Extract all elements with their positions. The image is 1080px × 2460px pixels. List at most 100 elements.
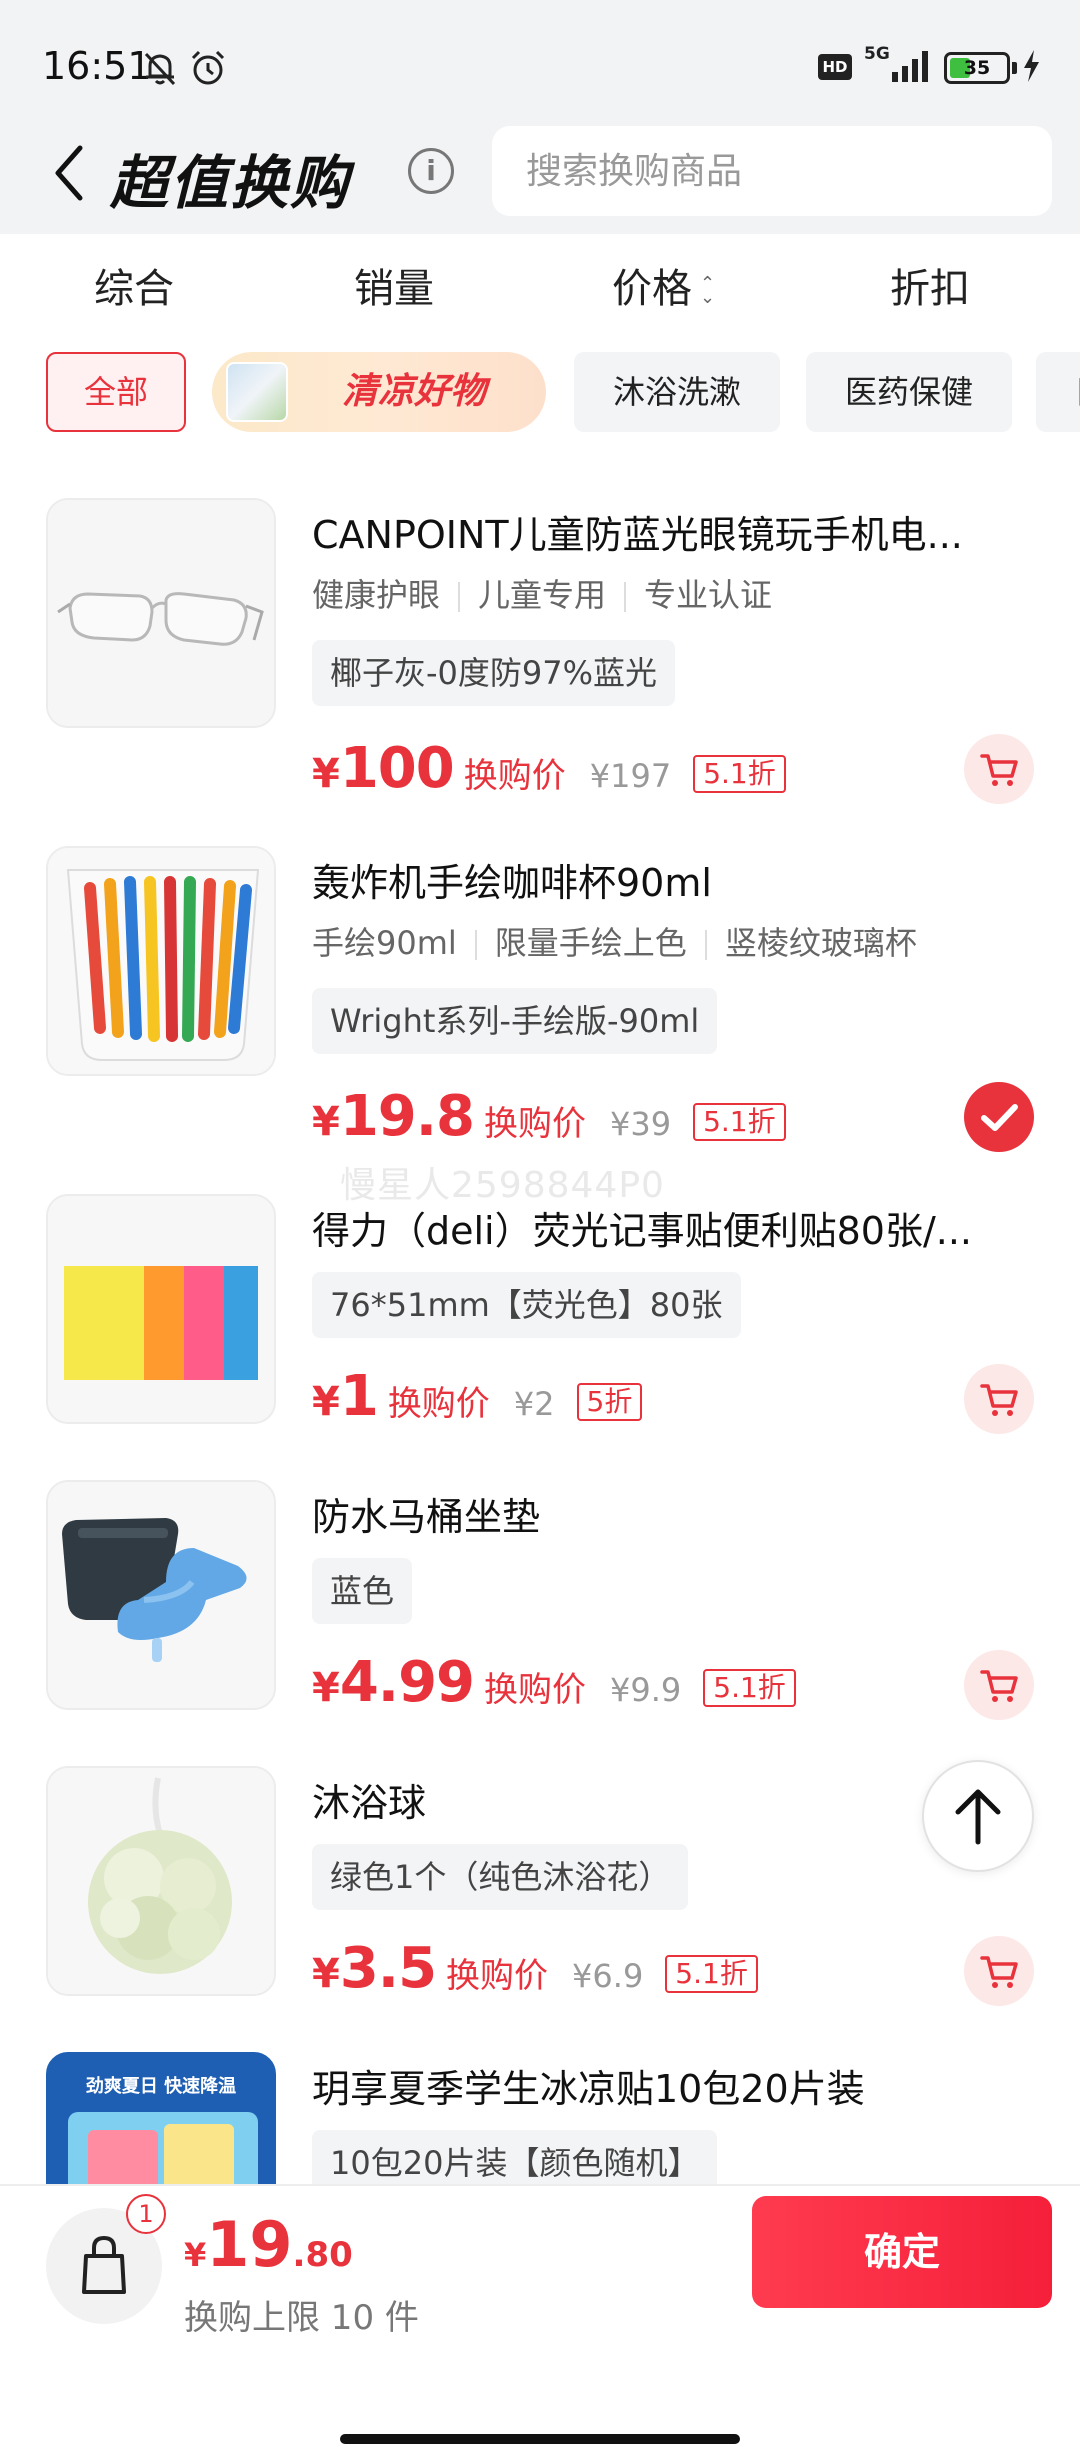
sort-bar: 综合 销量 价格 ⌃ ⌄ 折扣 <box>0 234 1080 344</box>
product-thumb-sticky-notes <box>46 1194 276 1424</box>
original-price: ¥9.9 <box>610 1671 682 1709</box>
status-time: 16:51 <box>42 44 152 88</box>
product-spec[interactable]: 蓝色 <box>312 1558 413 1624</box>
product-tags: 手绘90ml 限量手绘上色 竖棱纹玻璃杯 <box>312 918 917 964</box>
selected-checkbox[interactable] <box>964 1082 1034 1152</box>
search-box[interactable] <box>492 126 1052 216</box>
add-to-cart-button[interactable] <box>964 734 1034 804</box>
price-currency: ¥ <box>312 1951 340 1997</box>
scroll-top-button[interactable] <box>922 1760 1034 1872</box>
product-price-row: ¥4.99 换购价 ¥9.9 5.1折 <box>312 1650 796 1715</box>
original-price: ¥197 <box>589 757 672 795</box>
product-title: 玥享夏季学生冰凉贴10包20片装 <box>312 2067 865 2111</box>
header: 超值换购 i <box>0 120 1080 230</box>
total-currency: ¥ <box>184 2236 207 2274</box>
product-tags: 健康护眼 儿童专用 专业认证 <box>312 570 772 616</box>
chip-featured[interactable]: 清凉好物 <box>212 352 546 432</box>
product-spec[interactable]: Wright系列-手绘版-90ml <box>312 988 718 1054</box>
product-item[interactable]: 防水马桶坐垫 蓝色 ¥4.99 换购价 ¥9.9 5.1折 <box>0 1480 1080 1762</box>
original-price: ¥39 <box>610 1105 672 1143</box>
price: 3.5 <box>339 1936 437 2001</box>
sort-arrows-icon: ⌃ ⌄ <box>700 273 716 308</box>
status-bar: 16:51 HD 5G 35 <box>0 0 1080 130</box>
price-currency: ¥ <box>312 1379 340 1425</box>
product-price-row: ¥19.8 换购价 ¥39 5.1折 <box>312 1084 786 1149</box>
product-title: 得力（deli）荧光记事贴便利贴80张/... <box>312 1209 973 1253</box>
product-item[interactable]: 劲爽夏日 快速降温 玥享夏季学生冰凉贴10包20片装 10包20片装【颜色随机】 <box>0 2052 1080 2184</box>
product-thumb-bath-ball <box>46 1766 276 1996</box>
price: 19.8 <box>339 1084 475 1149</box>
product-price-row: ¥1 换购价 ¥2 5折 <box>312 1364 643 1429</box>
tag: 限量手绘上色 <box>494 924 687 962</box>
product-item[interactable]: 得力（deli）荧光记事贴便利贴80张/... 76*51mm【荧光色】80张 … <box>0 1194 1080 1476</box>
price-currency: ¥ <box>312 1665 340 1711</box>
product-item[interactable]: 沐浴球 绿色1个（纯色沐浴花） ¥3.5 换购价 ¥6.9 5.1折 <box>0 1766 1080 2048</box>
home-indicator[interactable] <box>340 2434 740 2444</box>
discount-badge: 5折 <box>576 1383 643 1421</box>
product-spec[interactable]: 76*51mm【荧光色】80张 <box>312 1272 741 1338</box>
product-thumb-cup <box>46 846 276 1076</box>
sort-tab-comprehensive[interactable]: 综合 <box>94 256 174 314</box>
check-icon <box>981 1104 1018 1131</box>
bag-count-badge: 1 <box>126 2194 166 2234</box>
product-title: 轰炸机手绘咖啡杯90ml <box>312 861 712 905</box>
chip-all[interactable]: 全部 <box>46 352 186 432</box>
product-thumb-glasses <box>46 498 276 728</box>
product-thumb-seat-cushion <box>46 1480 276 1710</box>
search-input[interactable] <box>526 126 1026 216</box>
chip-bath[interactable]: 沐浴洗漱 <box>574 352 780 432</box>
product-spec[interactable]: 椰子灰-0度防97%蓝光 <box>312 640 676 706</box>
price-currency: ¥ <box>312 751 340 797</box>
discount-badge: 5.1折 <box>693 755 786 793</box>
confirm-button[interactable]: 确定 <box>752 2196 1052 2308</box>
tag: 专业认证 <box>644 576 773 614</box>
category-chips: 全部 清凉好物 沐浴洗漱 医药保健 日 <box>0 350 1080 434</box>
bell-off-icon <box>144 52 176 86</box>
network-type: 5G <box>864 44 890 64</box>
add-to-cart-button[interactable] <box>964 1650 1034 1720</box>
bottom-bar: 1 ¥19.80 换购上限 10 件 确定 <box>0 2184 1080 2460</box>
cart-icon <box>980 1384 1018 1416</box>
price: 100 <box>339 736 455 801</box>
page-title: 超值换购 <box>110 149 351 217</box>
info-icon[interactable]: i <box>408 148 454 194</box>
tag: 手绘90ml <box>312 924 457 962</box>
product-title: 防水马桶坐垫 <box>312 1495 541 1539</box>
add-to-cart-button[interactable] <box>964 1936 1034 2006</box>
tag: 竖棱纹玻璃杯 <box>724 924 917 962</box>
arrow-up-icon <box>955 1789 1001 1845</box>
discount-badge: 5.1折 <box>693 1103 786 1141</box>
sort-tab-discount[interactable]: 折扣 <box>890 256 970 314</box>
price-label: 换购价 <box>463 756 566 796</box>
exchange-limit: 换购上限 10 件 <box>184 2298 419 2338</box>
price-label: 换购价 <box>387 1384 490 1424</box>
add-to-cart-button[interactable] <box>964 1364 1034 1434</box>
back-icon[interactable] <box>44 138 94 208</box>
total-price: ¥19.80 <box>184 2208 353 2281</box>
price-label: 换购价 <box>446 1956 549 1996</box>
price: 1 <box>339 1364 379 1429</box>
product-thumb-cooling-patch: 劲爽夏日 快速降温 <box>46 2052 276 2184</box>
charging-icon <box>1024 50 1039 82</box>
original-price: ¥2 <box>513 1385 555 1423</box>
chip-featured-thumb <box>226 362 288 422</box>
original-price: ¥6.9 <box>572 1957 644 1995</box>
price-label: 换购价 <box>484 1670 587 1710</box>
sort-tab-sales[interactable]: 销量 <box>354 256 434 314</box>
tag: 健康护眼 <box>312 576 441 614</box>
battery-icon: 35 <box>944 52 1010 84</box>
chip-featured-label: 清凉好物 <box>341 371 486 412</box>
hd-badge: HD <box>818 54 852 80</box>
price: 4.99 <box>339 1650 475 1715</box>
chip-more[interactable]: 日 <box>1036 352 1080 432</box>
sort-tab-price[interactable]: 价格 ⌃ ⌄ <box>612 256 715 314</box>
product-title: 沐浴球 <box>312 1781 427 1825</box>
product-spec[interactable]: 10包20片装【颜色随机】 <box>312 2130 718 2184</box>
product-item[interactable]: CANPOINT儿童防蓝光眼镜玩手机电... 健康护眼 儿童专用 专业认证 椰子灰-… <box>0 498 1080 804</box>
product-spec[interactable]: 绿色1个（纯色沐浴花） <box>312 1844 689 1910</box>
product-item[interactable]: 轰炸机手绘咖啡杯90ml 手绘90ml 限量手绘上色 竖棱纹玻璃杯 Wright系列… <box>0 846 1080 1152</box>
product-price-row: ¥100 换购价 ¥197 5.1折 <box>312 736 786 801</box>
price-label: 换购价 <box>484 1104 587 1144</box>
alarm-icon <box>191 50 225 85</box>
chip-health[interactable]: 医药保健 <box>806 352 1012 432</box>
